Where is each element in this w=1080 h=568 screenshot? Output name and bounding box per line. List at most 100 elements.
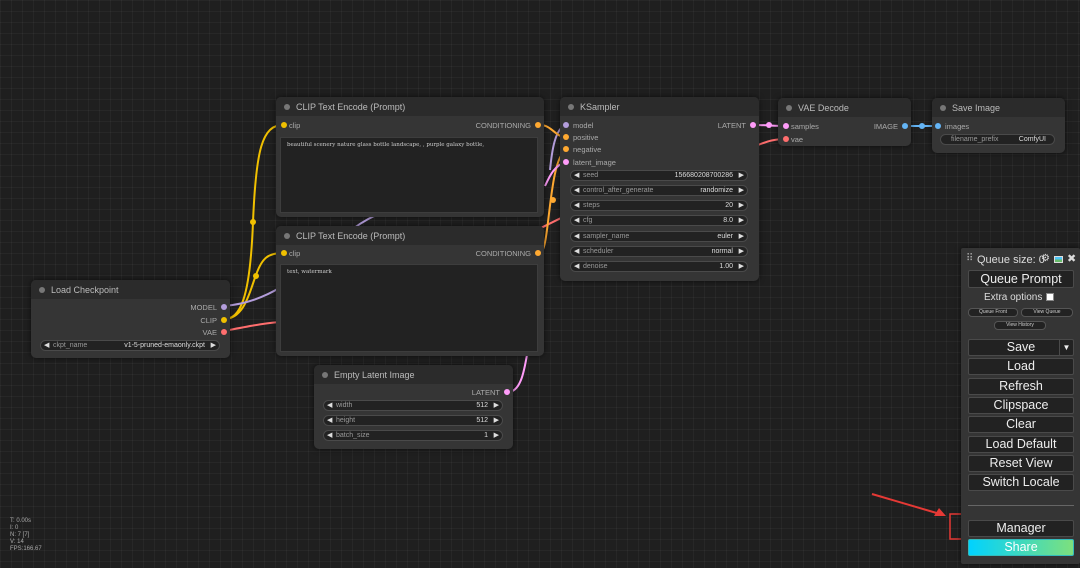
- steps-widget[interactable]: ◀ steps 20 ▶: [570, 200, 748, 211]
- drag-handle-icon[interactable]: ⠿: [966, 253, 973, 264]
- width-widget[interactable]: ◀ width 512 ▶: [323, 400, 503, 411]
- load-checkpoint-node[interactable]: Load Checkpoint MODEL CLIP VAE ◀ ckpt_nam…: [31, 280, 230, 358]
- latent-output-dot-icon[interactable]: [750, 122, 756, 128]
- decrement-arrow-icon[interactable]: ◀: [44, 341, 49, 349]
- extra-options-checkbox[interactable]: [1046, 293, 1054, 301]
- ksampler-node[interactable]: KSampler model positive negative latent_…: [560, 97, 759, 281]
- samples-input-dot-icon[interactable]: [783, 123, 789, 129]
- empty-latent-image-node[interactable]: Empty Latent Image LATENT ◀ width 512 ▶ ◀ he…: [314, 365, 513, 449]
- decrement-arrow-icon[interactable]: ◀: [327, 431, 332, 439]
- sampler-name-widget[interactable]: ◀ sampler_name euler ▶: [570, 231, 748, 242]
- conditioning-output-dot-icon[interactable]: [535, 122, 541, 128]
- load-button[interactable]: Load: [968, 358, 1074, 375]
- settings-gear-icon[interactable]: ⚙: [1041, 253, 1050, 264]
- comfy-menu: ⠿ Queue size: 0 ⚙ ✖ Queue Prompt Extra o…: [961, 248, 1080, 564]
- collapse-dot-icon[interactable]: [284, 104, 290, 110]
- latent-image-input-dot-icon[interactable]: [563, 159, 569, 165]
- increment-arrow-icon[interactable]: ▶: [739, 247, 744, 255]
- node-title[interactable]: CLIP Text Encode (Prompt): [276, 97, 544, 116]
- denoise-widget[interactable]: ◀ denoise 1.00 ▶: [570, 261, 748, 272]
- clip-text-encode-negative-node[interactable]: CLIP Text Encode (Prompt) clip CONDITION…: [276, 226, 544, 356]
- batch-size-widget[interactable]: ◀ batch_size 1 ▶: [323, 430, 503, 441]
- node-title[interactable]: Empty Latent Image: [314, 365, 513, 384]
- decrement-arrow-icon[interactable]: ◀: [574, 201, 579, 209]
- increment-arrow-icon[interactable]: ▶: [739, 216, 744, 224]
- positive-input-dot-icon[interactable]: [563, 134, 569, 140]
- collapse-dot-icon[interactable]: [39, 287, 45, 293]
- queue-prompt-button[interactable]: Queue Prompt: [968, 270, 1074, 288]
- latent-image-input-label: latent_image: [573, 158, 616, 167]
- images-input-dot-icon[interactable]: [935, 123, 941, 129]
- latent-output-dot-icon[interactable]: [504, 389, 510, 395]
- model-input-dot-icon[interactable]: [563, 122, 569, 128]
- prompt-textarea[interactable]: text, watermark: [280, 264, 538, 352]
- conditioning-output-dot-icon[interactable]: [535, 250, 541, 256]
- clip-link-bottom: [223, 252, 284, 320]
- decrement-arrow-icon[interactable]: ◀: [574, 262, 579, 270]
- collapse-dot-icon[interactable]: [940, 105, 946, 111]
- vae-output-dot-icon[interactable]: [221, 329, 227, 335]
- queue-front-button[interactable]: Queue Front: [968, 308, 1018, 317]
- decrement-arrow-icon[interactable]: ◀: [574, 186, 579, 194]
- node-title[interactable]: Load Checkpoint: [31, 280, 230, 299]
- clip-input-dot-icon[interactable]: [281, 250, 287, 256]
- clip-output-dot-icon[interactable]: [221, 317, 227, 323]
- height-widget[interactable]: ◀ height 512 ▶: [323, 415, 503, 426]
- switch-locale-button[interactable]: Switch Locale: [968, 474, 1074, 491]
- increment-arrow-icon[interactable]: ▶: [494, 431, 499, 439]
- node-title[interactable]: KSampler: [560, 97, 759, 116]
- cfg-widget[interactable]: ◀ cfg 8.0 ▶: [570, 215, 748, 226]
- view-queue-button[interactable]: View Queue: [1021, 308, 1073, 317]
- ckpt-name-widget[interactable]: ◀ ckpt_name v1-5-pruned-emaonly.ckpt ▶: [40, 340, 220, 351]
- view-history-button[interactable]: View History: [994, 321, 1046, 330]
- node-title[interactable]: Save Image: [932, 98, 1065, 117]
- node-title[interactable]: VAE Decode: [778, 98, 911, 117]
- increment-arrow-icon[interactable]: ▶: [739, 201, 744, 209]
- increment-arrow-icon[interactable]: ▶: [211, 341, 216, 349]
- conditioning-output-label: CONDITIONING: [475, 249, 531, 258]
- collapse-dot-icon[interactable]: [322, 372, 328, 378]
- refresh-button[interactable]: Refresh: [968, 378, 1074, 395]
- clipspace-button[interactable]: Clipspace: [968, 397, 1074, 414]
- negative-input-dot-icon[interactable]: [563, 146, 569, 152]
- collapse-dot-icon[interactable]: [568, 104, 574, 110]
- increment-arrow-icon[interactable]: ▶: [739, 171, 744, 179]
- increment-arrow-icon[interactable]: ▶: [494, 401, 499, 409]
- reset-view-button[interactable]: Reset View: [968, 455, 1074, 472]
- clip-input-dot-icon[interactable]: [281, 122, 287, 128]
- image-output-dot-icon[interactable]: [902, 123, 908, 129]
- widget-name: height: [336, 417, 356, 424]
- decrement-arrow-icon[interactable]: ◀: [574, 232, 579, 240]
- increment-arrow-icon[interactable]: ▶: [739, 232, 744, 240]
- control-after-generate-widget[interactable]: ◀ control_after_generate randomize ▶: [570, 185, 748, 196]
- prompt-textarea[interactable]: beautiful scenery nature glass bottle la…: [280, 137, 538, 213]
- clear-button[interactable]: Clear: [968, 416, 1074, 433]
- seed-widget[interactable]: ◀ seed 156680208700286 ▶: [570, 170, 748, 181]
- node-title-text: CLIP Text Encode (Prompt): [296, 231, 406, 241]
- vae-input-dot-icon[interactable]: [783, 136, 789, 142]
- share-button[interactable]: Share: [968, 539, 1074, 556]
- close-icon[interactable]: ✖: [1067, 252, 1076, 265]
- decrement-arrow-icon[interactable]: ◀: [327, 401, 332, 409]
- save-image-node[interactable]: Save Image images filename_prefix ComfyUI: [932, 98, 1065, 153]
- decrement-arrow-icon[interactable]: ◀: [574, 171, 579, 179]
- decrement-arrow-icon[interactable]: ◀: [574, 247, 579, 255]
- scheduler-widget[interactable]: ◀ scheduler normal ▶: [570, 246, 748, 257]
- increment-arrow-icon[interactable]: ▶: [739, 262, 744, 270]
- clip-text-encode-positive-node[interactable]: CLIP Text Encode (Prompt) clip CONDITION…: [276, 97, 544, 217]
- node-title[interactable]: CLIP Text Encode (Prompt): [276, 226, 544, 245]
- increment-arrow-icon[interactable]: ▶: [494, 416, 499, 424]
- model-output-dot-icon[interactable]: [221, 304, 227, 310]
- image-gallery-icon[interactable]: [1054, 256, 1063, 263]
- increment-arrow-icon[interactable]: ▶: [739, 186, 744, 194]
- filename-prefix-widget[interactable]: filename_prefix ComfyUI: [940, 134, 1055, 145]
- save-dropdown-icon[interactable]: ▼: [1059, 340, 1073, 355]
- decrement-arrow-icon[interactable]: ◀: [574, 216, 579, 224]
- manager-button[interactable]: Manager: [968, 520, 1074, 537]
- collapse-dot-icon[interactable]: [786, 105, 792, 111]
- vae-decode-node[interactable]: VAE Decode samples vae IMAGE: [778, 98, 911, 146]
- save-button[interactable]: Save ▼: [968, 339, 1074, 356]
- load-default-button[interactable]: Load Default: [968, 436, 1074, 453]
- collapse-dot-icon[interactable]: [284, 233, 290, 239]
- decrement-arrow-icon[interactable]: ◀: [327, 416, 332, 424]
